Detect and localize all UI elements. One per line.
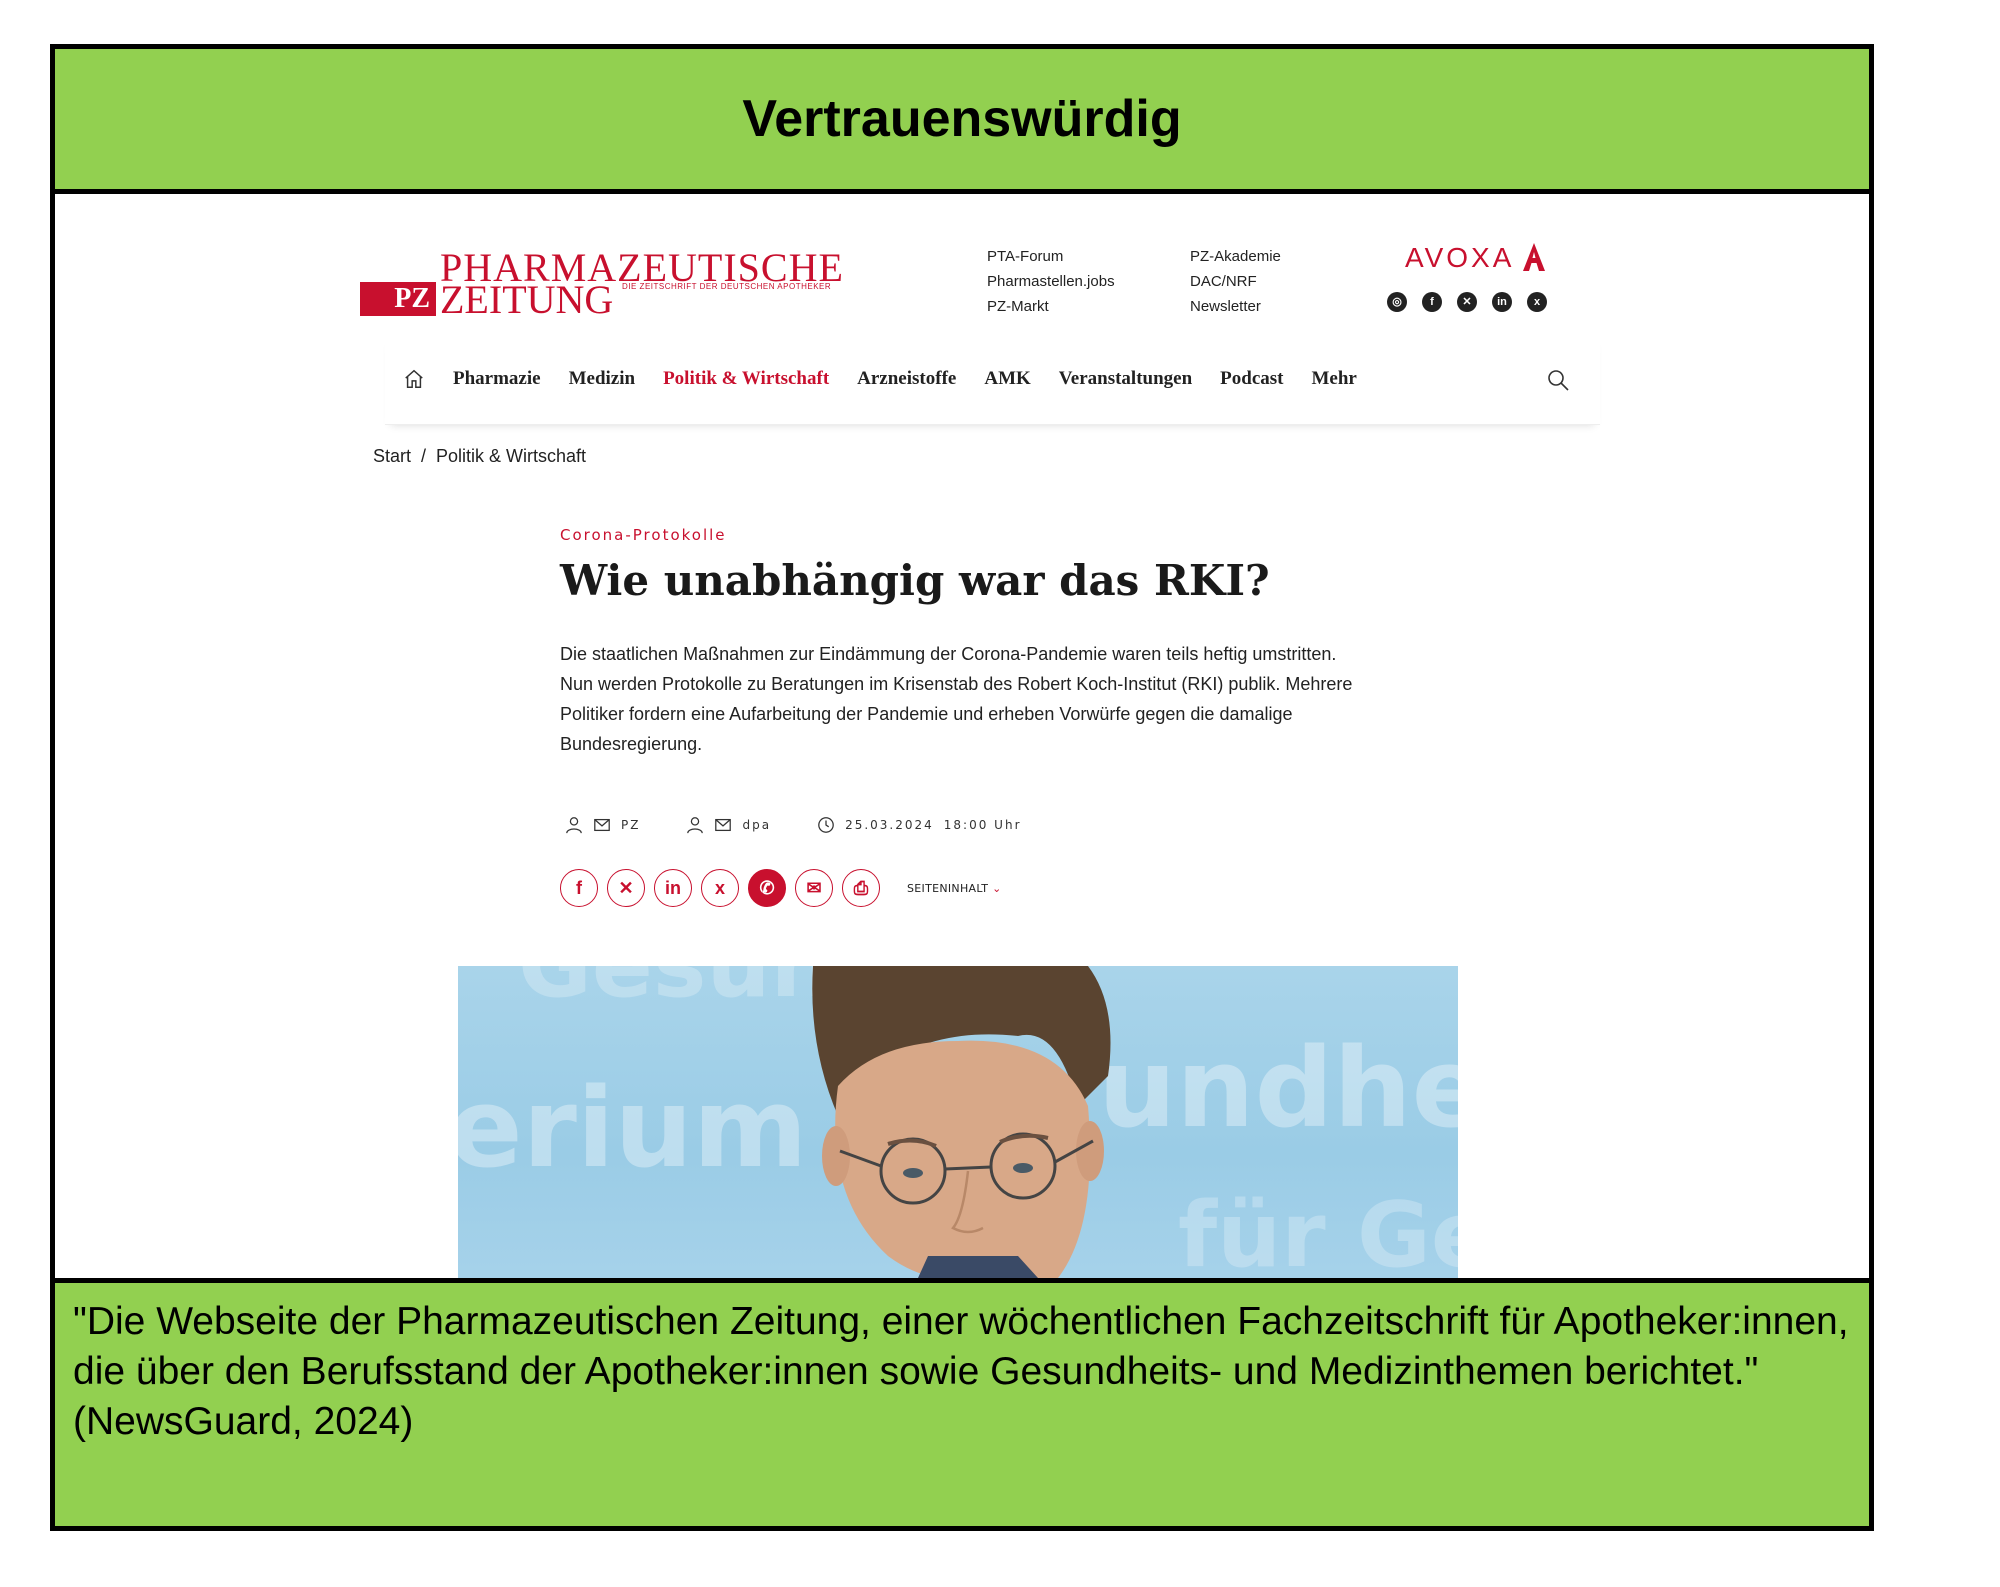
breadcrumb-start[interactable]: Start — [373, 446, 411, 466]
clock-icon — [818, 817, 834, 833]
nav-item-veranstaltungen[interactable]: Veranstaltungen — [1059, 368, 1192, 390]
instagram-icon[interactable]: ◎ — [1387, 292, 1407, 312]
website-screenshot: PHARMAZEUTISCHE PZ ZEITUNG DIE ZEITSCHRI… — [55, 194, 1869, 1278]
page-contents-label: SEITENINHALT — [907, 881, 989, 895]
link-newsletter[interactable]: Newsletter — [1190, 294, 1281, 319]
logo-tagline: DIE ZEITSCHRIFT DER DEUTSCHEN APOTHEKER — [622, 282, 832, 291]
chevron-down-icon: ⌄ — [992, 881, 1002, 895]
link-pz-markt[interactable]: PZ-Markt — [987, 294, 1115, 319]
article-meta: PZ dpa 25.03.2024 18:00 Uhr — [565, 816, 1022, 834]
share-bar: f ✕ in x ✆ ✉ ⎙ SEITENINHALT ⌄ — [560, 869, 1002, 907]
breadcrumb-separator: / — [421, 446, 427, 466]
nav-item-amk[interactable]: AMK — [984, 368, 1030, 390]
breadcrumb: Start / Politik & Wirtschaft — [373, 446, 586, 467]
user-icon — [687, 817, 704, 834]
logo-badge: PZ — [360, 282, 436, 316]
xing-icon[interactable]: x — [1527, 292, 1547, 312]
trust-rating-title: Vertrauenswürdig — [742, 90, 1182, 148]
svg-text:undheit: undheit — [1098, 1024, 1458, 1152]
x-icon[interactable]: ✕ — [1457, 292, 1477, 312]
author-dpa[interactable]: dpa — [742, 818, 771, 832]
nav-item-politik-wirtschaft[interactable]: Politik & Wirtschaft — [663, 368, 829, 390]
newsguard-quote: "Die Webseite der Pharmazeutischen Zeitu… — [73, 1300, 1849, 1443]
nav-item-arzneistoffe[interactable]: Arzneistoffe — [857, 368, 956, 390]
nav-item-mehr[interactable]: Mehr — [1311, 368, 1356, 390]
share-xing-icon[interactable]: x — [701, 869, 739, 907]
facebook-icon[interactable]: f — [1422, 292, 1442, 312]
article-headline: Wie unabhängig war das RKI? — [560, 556, 1270, 605]
header-links-col2: PZ-Akademie DAC/NRF Newsletter — [1190, 244, 1281, 319]
author-pz[interactable]: PZ — [621, 818, 640, 832]
share-linkedin-icon[interactable]: in — [654, 869, 692, 907]
share-facebook-icon[interactable]: f — [560, 869, 598, 907]
mail-icon[interactable] — [593, 816, 611, 834]
article-time: 18:00 Uhr — [943, 818, 1022, 832]
main-nav: Pharmazie Medizin Politik & Wirtschaft A… — [385, 334, 1600, 425]
search-icon[interactable] — [1546, 368, 1570, 392]
link-pharmastellen[interactable]: Pharmastellen.jobs — [987, 269, 1115, 294]
link-dac-nrf[interactable]: DAC/NRF — [1190, 269, 1281, 294]
nav-item-medizin[interactable]: Medizin — [569, 368, 636, 390]
link-pz-akademie[interactable]: PZ-Akademie — [1190, 244, 1281, 269]
pz-logo[interactable]: PHARMAZEUTISCHE PZ ZEITUNG DIE ZEITSCHRI… — [360, 244, 860, 322]
article-photo: erium fü undheit Gesundh für Ge — [458, 966, 1458, 1278]
user-icon — [566, 817, 582, 834]
article-kicker[interactable]: Corona-Protokolle — [560, 526, 727, 544]
social-links: ◎ f ✕ in x — [1387, 292, 1547, 312]
apotheke-a-icon — [1521, 242, 1547, 272]
screenshot-frame: Vertrauenswürdig PHARMAZEUTISCHE PZ ZEIT… — [50, 44, 1874, 1531]
bottom-banner: "Die Webseite der Pharmazeutischen Zeitu… — [55, 1278, 1869, 1526]
breadcrumb-politik[interactable]: Politik & Wirtschaft — [436, 446, 586, 466]
portrait-illustration: erium fü undheit Gesundh für Ge — [458, 966, 1458, 1278]
page-contents-toggle[interactable]: SEITENINHALT ⌄ — [907, 882, 1002, 895]
header-links-col1: PTA-Forum Pharmastellen.jobs PZ-Markt — [987, 244, 1115, 319]
mail-icon[interactable] — [714, 816, 732, 834]
share-x-icon[interactable]: ✕ — [607, 869, 645, 907]
link-pta-forum[interactable]: PTA-Forum — [987, 244, 1115, 269]
avoxa-logo[interactable]: AVOXA — [1405, 242, 1514, 274]
logo-line2: ZEITUNG — [440, 277, 614, 322]
article-date: 25.03.2024 — [845, 818, 934, 832]
linkedin-icon[interactable]: in — [1492, 292, 1512, 312]
nav-item-podcast[interactable]: Podcast — [1220, 368, 1283, 390]
print-icon[interactable]: ⎙ — [842, 869, 880, 907]
home-icon[interactable] — [403, 368, 425, 390]
svg-text:für Ge: für Ge — [1178, 1183, 1458, 1278]
top-banner: Vertrauenswürdig — [55, 49, 1869, 194]
share-whatsapp-icon[interactable]: ✆ — [748, 869, 786, 907]
article-lead: Die staatlichen Maßnahmen zur Eindämmung… — [560, 644, 1353, 754]
share-email-icon[interactable]: ✉ — [795, 869, 833, 907]
nav-item-pharmazie[interactable]: Pharmazie — [453, 368, 541, 390]
